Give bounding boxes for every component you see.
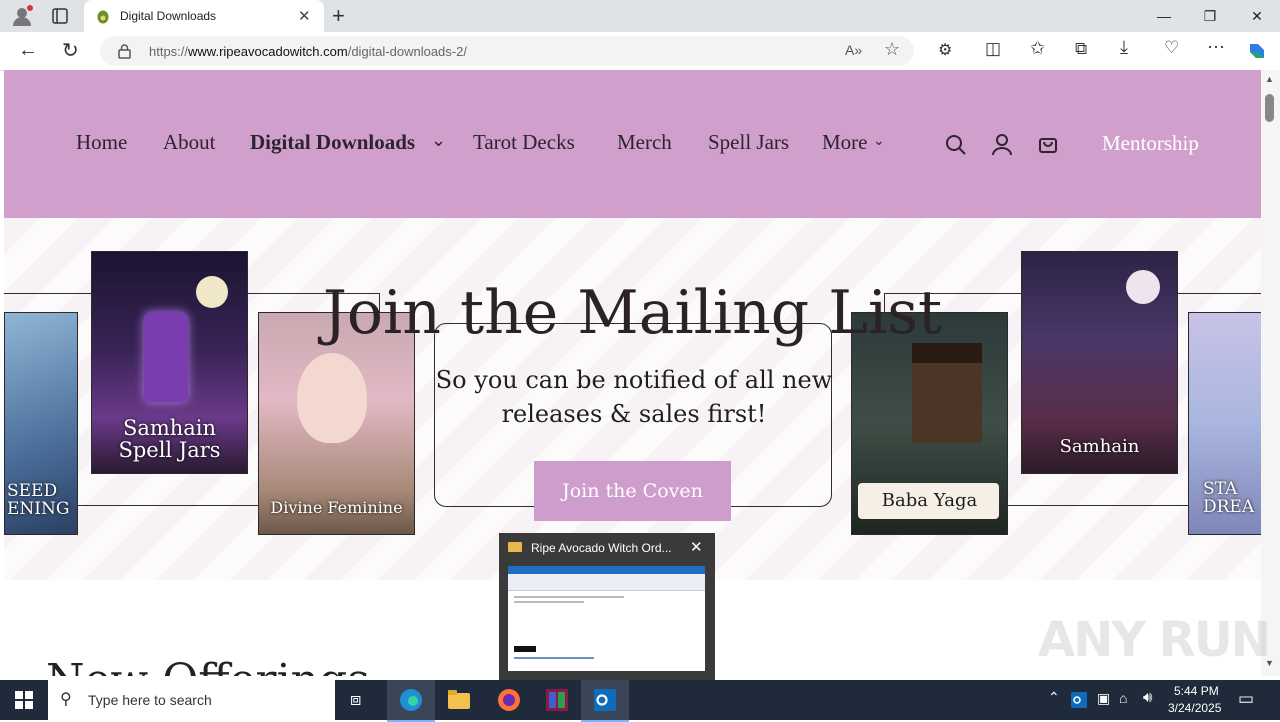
tab-digital-downloads[interactable]: Digital Downloads ✕ [84, 0, 324, 32]
chevron-down-icon[interactable]: ⌄ [431, 130, 446, 151]
minimize-icon[interactable]: — [1141, 0, 1187, 32]
copilot-icon[interactable] [1246, 40, 1268, 62]
url-path: /digital-downloads-2/ [347, 44, 467, 59]
card-samhain-label: Samhain [1059, 436, 1140, 457]
nav-more[interactable]: More [822, 130, 868, 155]
join-the-coven-button[interactable]: Join the Coven [534, 461, 731, 521]
mailing-list-hero: SEED ENING Samhain Spell Jars Divine Fem… [4, 218, 1261, 580]
outlook-icon [594, 689, 616, 711]
close-window-icon[interactable]: ✕ [1234, 0, 1280, 32]
account-icon[interactable] [992, 134, 1012, 156]
windows-start-icon[interactable] [15, 691, 33, 709]
profile-icon[interactable] [11, 5, 33, 27]
site-navigation: Home About Digital Downloads ⌄ Tarot Dec… [4, 70, 1261, 218]
nav-tarot-decks[interactable]: Tarot Decks [473, 130, 575, 155]
favorite-star-icon[interactable]: ☆ [884, 39, 900, 60]
hero-subtitle: So you can be notified of all new releas… [435, 366, 833, 428]
page-scrollbar[interactable]: ▲ ▼ [1261, 70, 1280, 676]
popup-title: Ripe Avocado Witch Ord... [531, 541, 672, 555]
clock-time[interactable]: 5:44 PM [1174, 684, 1219, 698]
nav-merch[interactable]: Merch [617, 130, 672, 155]
thumbnail-black-button [514, 646, 536, 652]
avocado-favicon-icon [97, 10, 109, 24]
hero-title: Join the Mailing List [322, 278, 943, 348]
tab-actions-icon[interactable] [52, 8, 68, 24]
back-icon[interactable]: ← [18, 39, 38, 62]
more-chevron-icon[interactable]: ⌄ [873, 132, 885, 149]
scroll-up-icon[interactable]: ▲ [1265, 74, 1274, 84]
restore-icon[interactable]: ❐ [1187, 0, 1233, 32]
nav-about[interactable]: About [163, 130, 216, 155]
search-icon[interactable] [945, 134, 967, 156]
taskbar-edge-button[interactable] [387, 680, 435, 722]
favorites-icon[interactable]: ✩ [1030, 38, 1045, 59]
portrait-decoration [297, 353, 367, 443]
url-prefix: https:// [149, 44, 189, 59]
edge-icon [400, 689, 422, 711]
outlook-window-thumbnail[interactable] [508, 566, 705, 671]
downloads-icon[interactable]: ⤓ [1120, 37, 1128, 58]
refresh-icon[interactable]: ↻ [62, 38, 79, 63]
show-hidden-icons-icon[interactable]: ⌃ [1048, 689, 1060, 706]
read-aloud-icon[interactable]: A» [845, 42, 862, 58]
tray-outlook-icon[interactable] [1071, 692, 1087, 708]
network-icon[interactable]: ⌂ [1119, 690, 1127, 706]
nav-home[interactable]: Home [76, 130, 127, 155]
nav-mentorship[interactable]: Mentorship [1102, 131, 1199, 156]
taskbar-outlook-button[interactable] [581, 680, 629, 722]
taskbar-preview-popup[interactable]: Ripe Avocado Witch Ord... ✕ [499, 533, 715, 680]
address-toolbar: ← ↻ https://www.ripeavocadowitch.com/dig… [0, 32, 1280, 71]
card-right-partial-label: STA DREA [1203, 479, 1255, 517]
thumbnail-line-1 [514, 596, 624, 598]
search-magnifier-icon: ⚲ [60, 691, 72, 708]
tray-device-icon[interactable]: ▣ [1097, 690, 1110, 707]
taskbar-search-box[interactable]: ⚲ Type here to search [48, 680, 335, 720]
url-host: www.ripeavocadowitch.com [188, 44, 348, 59]
extensions-icon[interactable]: ⚙ [938, 40, 952, 60]
browser-essentials-icon[interactable]: ♡ [1164, 38, 1179, 58]
collections-icon[interactable]: ⧉ [1075, 39, 1087, 59]
thumbnail-ribbon [508, 566, 705, 574]
nav-spell-jars[interactable]: Spell Jars [708, 130, 789, 155]
url-text: https://www.ripeavocadowitch.com/digital… [149, 44, 467, 59]
file-explorer-icon[interactable] [448, 690, 470, 710]
new-tab-icon[interactable]: + [332, 3, 345, 29]
thumbnail-line-2 [514, 601, 584, 603]
notifications-icon[interactable]: ▭ [1238, 689, 1254, 709]
nav-digital-downloads[interactable]: Digital Downloads [250, 130, 415, 155]
anyrun-watermark: ANY RUN [1038, 612, 1271, 668]
close-tab-icon[interactable]: ✕ [298, 7, 311, 25]
winrar-icon[interactable] [546, 689, 568, 711]
hut-decoration [912, 343, 982, 443]
tab-strip: Digital Downloads ✕ + — ❐ ✕ [0, 0, 1280, 32]
tab-title: Digital Downloads [120, 9, 217, 23]
windows-taskbar: ⚲ Type here to search ⧈ ⌃ ▣ ⌂ 🔊︎ 5:44 PM… [0, 680, 1280, 722]
new-offerings-heading: New Offerings [46, 655, 370, 676]
task-view-icon[interactable]: ⧈ [350, 689, 361, 710]
scrollbar-thumb[interactable] [1265, 94, 1274, 122]
clock-date[interactable]: 3/24/2025 [1168, 701, 1221, 715]
card-samhain-spell-jars-label: Samhain Spell Jars [118, 416, 221, 463]
taskbar-search-placeholder: Type here to search [88, 692, 212, 708]
thumbnail-link-line [514, 657, 594, 659]
card-divine-feminine-label: Divine Feminine [270, 498, 403, 517]
split-screen-icon[interactable]: ◫ [985, 39, 1001, 59]
card-baba-yaga-label: Baba Yaga [881, 490, 978, 511]
volume-icon[interactable]: 🔊︎ [1143, 689, 1152, 706]
firefox-icon[interactable] [497, 688, 521, 712]
cart-icon[interactable] [1039, 134, 1057, 154]
thumbnail-toolbar [508, 574, 705, 591]
lock-icon[interactable] [118, 44, 131, 59]
card-left-partial-label: SEED ENING [7, 481, 70, 519]
settings-more-icon[interactable]: ⋯ [1207, 37, 1225, 58]
popup-close-icon[interactable]: ✕ [690, 538, 703, 556]
mail-icon [508, 542, 522, 552]
url-bar[interactable]: https://www.ripeavocadowitch.com/digital… [100, 36, 914, 66]
